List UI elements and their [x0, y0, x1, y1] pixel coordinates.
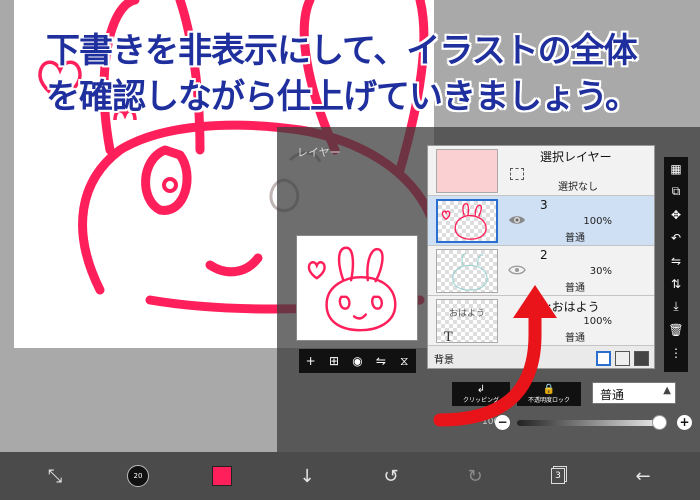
opacity-minus-button[interactable]: − [495, 415, 510, 430]
preview-image [307, 246, 397, 332]
layer-panel-title: レイヤー [297, 146, 341, 159]
layer-name: 選択レイヤー [540, 150, 612, 164]
layer-thumbnail [436, 199, 498, 243]
layer-name: 2 [540, 248, 548, 262]
layer-opacity: 100% [583, 316, 612, 327]
layer-3-thumb-image [441, 203, 487, 240]
clipping-button[interactable]: ↲ クリッピング [452, 382, 510, 406]
layers-button[interactable]: 3 [543, 452, 573, 500]
duplicate-icon[interactable]: ⧉ [664, 180, 688, 203]
camera-icon[interactable]: ◉ [348, 354, 366, 368]
layer-count-badge: 3 [551, 468, 565, 484]
layer-thumbnail [436, 149, 498, 193]
layer-row-3[interactable]: 3 100% 普通 [428, 196, 654, 246]
background-white-swatch[interactable] [596, 351, 611, 366]
trash-icon[interactable]: 🗑 [664, 318, 688, 341]
add-layer-icon[interactable]: + [302, 354, 320, 368]
redo-icon[interactable]: ↻ [460, 452, 490, 500]
add-special-layer-icon[interactable]: ⊞ [325, 354, 343, 368]
layer-list: 選択レイヤー 選択なし 3 100% 普通 2 30% 普通 おはよう T 1:… [427, 145, 655, 369]
background-dark-swatch[interactable] [634, 351, 649, 366]
blend-mode-value: 普通 [600, 388, 625, 402]
layer-side-toolbar: ▦ ⧉ ✥ ↶ ⇋ ⇅ ⤓ 🗑 ⋮ [664, 157, 688, 372]
opacity-slider-track[interactable] [517, 420, 662, 426]
layer-opacity: 30% [589, 266, 612, 277]
checker-icon[interactable]: ▦ [664, 157, 688, 180]
layer-row-1[interactable]: おはよう T 1:おはよう 100% 普通 [428, 296, 654, 346]
layer-detail: 選択なし [558, 182, 598, 193]
flip-vertical-icon[interactable]: ⇅ [664, 272, 688, 295]
background-transparent-swatch[interactable] [615, 351, 630, 366]
preview-toolbar: + ⊞ ◉ ⇋ ⧖ [299, 349, 416, 373]
caption-line-2: を確認しながら仕上げていきましょう。 [46, 77, 639, 117]
down-arrow-icon[interactable]: ↓ [292, 452, 322, 500]
alpha-lock-button[interactable]: 🔒 不透明度ロック [517, 382, 581, 406]
layer-opacity: 100% [583, 216, 612, 227]
layer-name: 1:おはよう [540, 300, 600, 314]
layer-name: 3 [540, 198, 548, 212]
color-swatch [212, 466, 232, 486]
clipping-label: クリッピング [462, 397, 499, 404]
blend-mode-select[interactable]: 普通 ▲ [592, 382, 676, 404]
move-icon[interactable]: ✥ [664, 203, 688, 226]
caption: 下書きを非表示にして、イラストの全体 を確認しながら仕上げていきましょう。 [46, 28, 686, 120]
more-menu-icon[interactable]: ⋮ [664, 341, 688, 364]
flip-vertical-icon[interactable]: ⧖ [395, 354, 413, 369]
bottom-toolbar: ⤡ 20 ↓ ↺ ↻ 3 ← [0, 452, 700, 500]
canvas-preview [296, 235, 418, 341]
opacity-slider-row: 100% − + [482, 415, 697, 431]
layer-blend-mode: 普通 [565, 333, 585, 344]
rotate-icon[interactable]: ↶ [664, 226, 688, 249]
brush-size-button[interactable]: 20 [123, 452, 153, 500]
layer-thumbnail [436, 249, 498, 293]
visibility-eye-icon[interactable] [508, 264, 526, 276]
layer-thumb-text: おはよう [449, 309, 486, 319]
layer-blend-mode: 普通 [565, 283, 585, 294]
text-layer-icon: T [444, 330, 453, 343]
undo-icon[interactable]: ↺ [376, 452, 406, 500]
back-arrow-icon[interactable]: ← [628, 452, 658, 500]
visibility-eye-icon[interactable] [508, 214, 526, 226]
opacity-slider-handle[interactable] [652, 415, 667, 430]
layer-2-thumb-image [452, 253, 488, 291]
color-button[interactable] [207, 452, 237, 500]
selection-icon [510, 168, 524, 180]
transform-tool-icon[interactable]: ⤡ [40, 452, 70, 500]
flip-horizontal-icon[interactable]: ⇋ [372, 354, 390, 368]
layer-thumbnail: おはよう T [436, 299, 498, 343]
opacity-plus-button[interactable]: + [677, 415, 692, 430]
alpha-lock-label: 不透明度ロック [527, 397, 570, 404]
caption-line-1: 下書きを非表示にして、イラストの全体 [46, 31, 638, 71]
chevron-up-icon: ▲ [663, 385, 671, 396]
flip-horizontal-icon[interactable]: ⇋ [664, 249, 688, 272]
clipping-icon: ↲ [476, 384, 486, 395]
background-label: 背景 [434, 355, 454, 366]
lock-icon: 🔒 [542, 384, 556, 395]
background-row[interactable]: 背景 [428, 348, 654, 368]
layer-blend-mode: 普通 [565, 233, 585, 244]
layer-row-2[interactable]: 2 30% 普通 [428, 246, 654, 296]
layer-panel: レイヤー + ⊞ ◉ ⇋ ⧖ 選択レイヤー 選択なし 3 100% 普通 2 3… [277, 127, 700, 452]
brush-size-indicator: 20 [127, 465, 149, 487]
merge-down-icon[interactable]: ⤓ [664, 295, 688, 318]
layer-row-selection[interactable]: 選択レイヤー 選択なし [428, 146, 654, 196]
